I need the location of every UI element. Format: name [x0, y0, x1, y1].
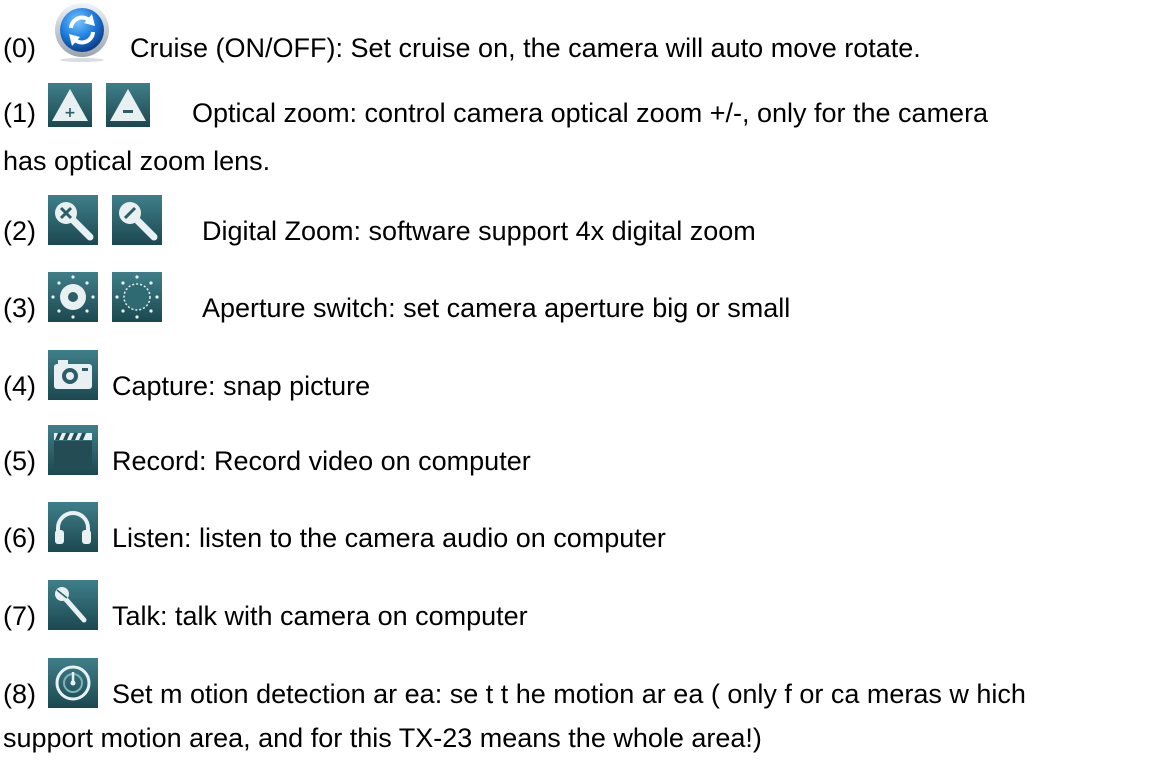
item-description: Listen: listen to the camera audio on co… [112, 523, 666, 553]
item-1-continuation: has optical zoom lens. [3, 146, 271, 176]
headphones-icon[interactable] [48, 502, 98, 552]
zoom-in-triangle-icon[interactable]: + [48, 83, 92, 127]
item-description: Set m otion detection ar ea: se t t he m… [112, 679, 1026, 709]
item-7: (7) Talk: talk with camera on computer [3, 580, 528, 630]
item-description: Talk: talk with camera on computer [112, 601, 528, 631]
item-description: Record: Record video on computer [112, 446, 531, 476]
item-8: (8) Set m otion detection ar ea: se t t … [3, 658, 1026, 708]
zoom-out-triangle-icon[interactable] [106, 83, 150, 127]
magnifier-minus-icon[interactable] [112, 195, 162, 245]
item-description: Aperture switch: set camera aperture big… [202, 293, 791, 323]
item-8-continuation: support motion area, and for this TX-23 … [3, 723, 762, 753]
item-number: (5) [3, 446, 36, 476]
item-0: (0) Cruise (ON/OFF): Set cruise on, the … [3, 2, 921, 62]
item-number: (1) [3, 98, 36, 128]
microphone-icon[interactable] [48, 580, 98, 630]
magnifier-plus-icon[interactable] [48, 195, 98, 245]
item-description: Optical zoom: control camera optical zoo… [192, 98, 989, 128]
item-4: (4) Capture: snap picture [3, 350, 370, 400]
refresh-icon[interactable] [48, 2, 116, 62]
aperture-small-icon[interactable] [112, 272, 162, 322]
item-description: Cruise (ON/OFF): Set cruise on, the came… [130, 33, 921, 63]
svg-text:+: + [64, 105, 76, 121]
motion-area-icon[interactable] [48, 658, 98, 708]
item-1: (1) + Optical zoom: control camera optic… [3, 83, 988, 127]
item-number: (2) [3, 216, 36, 246]
item-number: (7) [3, 601, 36, 631]
item-description: Digital Zoom: software support 4x digita… [202, 216, 756, 246]
item-description: Capture: snap picture [112, 371, 371, 401]
camera-icon[interactable] [48, 350, 98, 400]
item-6: (6) Listen: listen to the camera audio o… [3, 502, 666, 552]
item-5: (5) Record: Record video on computer [3, 425, 531, 475]
item-number: (6) [3, 523, 36, 553]
item-number: (8) [3, 679, 36, 709]
item-2: (2) Digital Zoom: software support 4x di… [3, 195, 756, 245]
item-number: (4) [3, 371, 36, 401]
clapperboard-icon[interactable] [48, 425, 98, 475]
item-number: (3) [3, 293, 36, 323]
item-3: (3) Aperture switch: set camera aperture… [3, 272, 790, 322]
aperture-big-icon[interactable] [48, 272, 98, 322]
item-number: (0) [3, 33, 36, 63]
